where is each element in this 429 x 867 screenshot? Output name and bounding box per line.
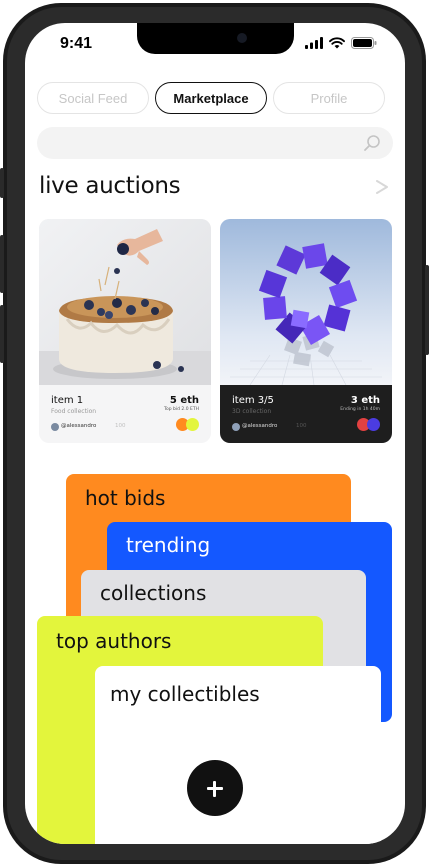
tab-social-feed[interactable]: Social Feed — [37, 82, 149, 114]
item-collection: Food collection — [51, 408, 97, 415]
bidder-avatar — [367, 418, 380, 431]
camera — [237, 33, 247, 43]
tab-profile[interactable]: Profile — [273, 82, 385, 114]
wifi-icon — [329, 37, 345, 49]
item-price: 5 eth — [169, 395, 199, 406]
volume-down-button — [0, 305, 4, 363]
item-meta: Ending in 1h 40m — [340, 407, 380, 412]
item-price: 3 eth — [350, 395, 380, 406]
search-input[interactable] — [37, 127, 393, 159]
item-meta: Top bid 2.0 ETH — [164, 407, 199, 412]
category-label: trending — [126, 533, 211, 557]
item-collection: 3D collection — [232, 408, 272, 415]
bidder-avatar — [186, 418, 199, 431]
item-stat: 100 — [296, 423, 307, 429]
item-name: item 1 — [51, 395, 84, 406]
item-owner[interactable]: @alessandro — [242, 423, 277, 429]
signal-icon — [305, 37, 323, 49]
app-screen: 9:41 Social Feed Marketplace Profile liv… — [25, 23, 405, 844]
tab-bar: Social Feed Marketplace Profile — [37, 82, 385, 114]
avatar — [51, 423, 59, 431]
auction-card-info: item 1 Food collection 5 eth Top bid 2.0… — [39, 385, 211, 443]
category-card-my-collectibles[interactable]: my collectibles — [95, 666, 381, 844]
avatar — [232, 423, 240, 431]
volume-up-button — [0, 235, 4, 293]
status-icons — [305, 37, 377, 49]
category-label: hot bids — [85, 486, 166, 510]
chevron-right-icon[interactable] — [375, 179, 389, 195]
3d-art-image — [220, 219, 392, 386]
category-label: top authors — [56, 629, 172, 653]
auction-card-info: item 3/5 3D collection 3 eth Ending in 1… — [220, 385, 392, 443]
category-label: collections — [100, 581, 207, 605]
auction-card[interactable]: item 1 Food collection 5 eth Top bid 2.0… — [39, 219, 211, 443]
action-button — [0, 168, 4, 198]
status-time: 9:41 — [60, 35, 93, 52]
item-stat: 100 — [115, 423, 126, 429]
auction-card[interactable]: item 3/5 3D collection 3 eth Ending in 1… — [220, 219, 392, 443]
cake-image — [39, 219, 211, 385]
search-icon[interactable] — [363, 134, 381, 152]
add-button[interactable] — [187, 760, 243, 816]
battery-icon — [351, 37, 377, 49]
tab-marketplace[interactable]: Marketplace — [155, 82, 267, 114]
section-title-live-auctions: live auctions — [39, 173, 181, 199]
item-name: item 3/5 — [232, 395, 274, 406]
item-owner[interactable]: @alessandro — [61, 423, 96, 429]
category-label: my collectibles — [110, 682, 260, 706]
power-button — [425, 265, 429, 355]
notch — [137, 23, 294, 54]
